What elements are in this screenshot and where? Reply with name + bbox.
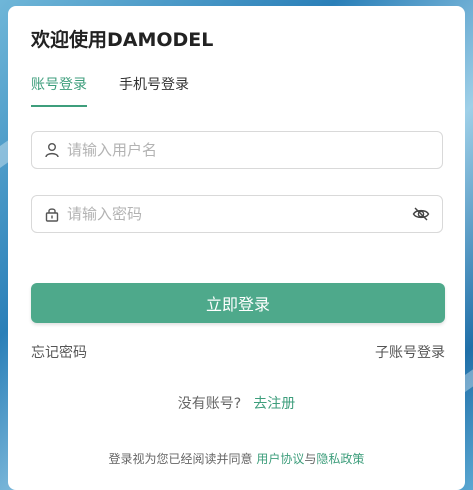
privacy-policy-link[interactable]: 隐私政策 xyxy=(316,452,364,466)
terms-prefix: 登录视为您已经阅读并同意 xyxy=(108,452,253,466)
username-input[interactable] xyxy=(67,141,442,159)
user-icon xyxy=(43,141,61,159)
login-card: 欢迎使用DAMODEL 账号登录 手机号登录 请输入用户名 立即登录 忘记密码 … xyxy=(8,6,465,490)
watermark: CSDN @风辰君 xyxy=(391,474,463,485)
lock-icon xyxy=(43,205,61,223)
register-row: 没有账号? 去注册 xyxy=(8,393,465,413)
no-account-text: 没有账号? xyxy=(177,396,242,412)
sub-account-login-link[interactable]: 子账号登录 xyxy=(375,342,445,362)
password-field[interactable] xyxy=(31,195,443,233)
password-input[interactable] xyxy=(67,205,412,223)
tab-account-login[interactable]: 账号登录 xyxy=(31,74,87,94)
eye-slash-icon[interactable] xyxy=(412,205,430,223)
terms-and: 与 xyxy=(304,452,317,466)
tab-phone-login[interactable]: 手机号登录 xyxy=(119,74,189,94)
forgot-password-link[interactable]: 忘记密码 xyxy=(31,342,87,362)
user-agreement-link[interactable]: 用户协议 xyxy=(256,452,304,466)
active-tab-indicator xyxy=(31,105,87,107)
username-field[interactable] xyxy=(31,131,443,169)
page-title: 欢迎使用DAMODEL xyxy=(31,29,214,51)
register-link[interactable]: 去注册 xyxy=(253,396,295,412)
login-button[interactable]: 立即登录 xyxy=(31,283,445,323)
terms-notice: 登录视为您已经阅读并同意 用户协议与隐私政策 xyxy=(8,450,465,467)
